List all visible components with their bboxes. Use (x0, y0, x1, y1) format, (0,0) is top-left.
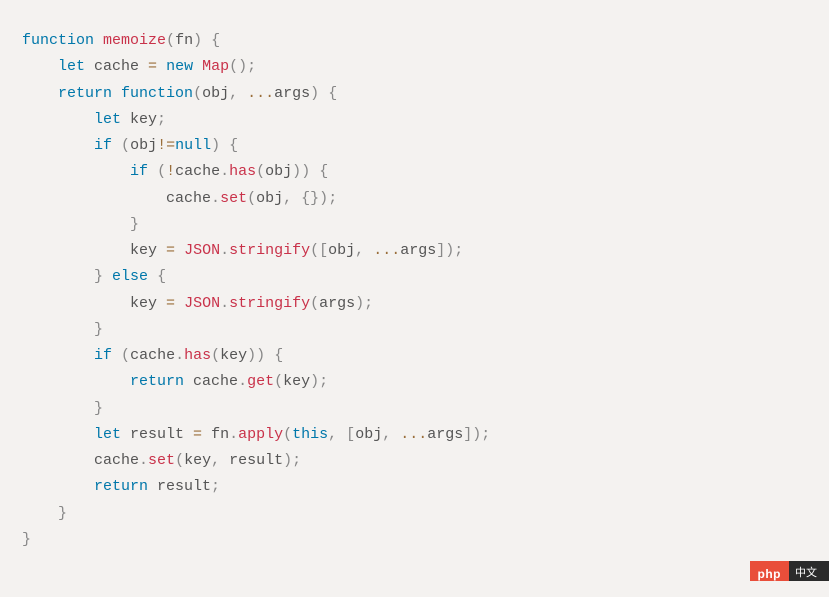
php-badge: php (750, 561, 790, 581)
watermark: php中文 (750, 561, 829, 581)
code-content: function memoize(fn) { let cache = new M… (22, 32, 490, 548)
cn-badge: 中文 (789, 561, 829, 581)
code-block: function memoize(fn) { let cache = new M… (0, 0, 829, 597)
